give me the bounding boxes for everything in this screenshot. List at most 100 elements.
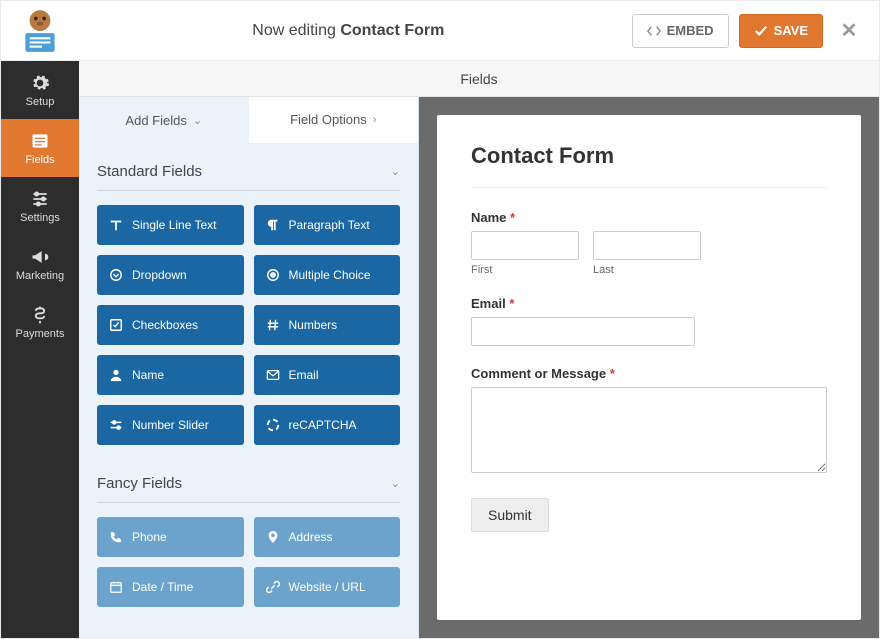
sidebar-label: Marketing bbox=[16, 270, 64, 282]
field-button-single-line-text[interactable]: Single Line Text bbox=[97, 205, 244, 245]
field-button-recaptcha[interactable]: reCAPTCHA bbox=[254, 405, 401, 445]
field-button-paragraph-text[interactable]: Paragraph Text bbox=[254, 205, 401, 245]
tab-label: Field Options bbox=[290, 112, 367, 127]
sliders-icon bbox=[30, 189, 50, 209]
check-icon bbox=[754, 24, 768, 38]
field-button-label: Email bbox=[289, 368, 319, 382]
section-title: Standard Fields bbox=[97, 163, 202, 180]
sub-label-first: First bbox=[471, 264, 579, 276]
editing-title: Now editing Contact Form bbox=[75, 22, 622, 40]
save-button[interactable]: SAVE bbox=[739, 14, 823, 48]
sidebar-item-payments[interactable]: Payments bbox=[1, 293, 79, 351]
panel-tabs: Add Fields ⌄ Field Options › bbox=[79, 97, 418, 143]
input-last-name[interactable] bbox=[593, 231, 701, 260]
field-email[interactable]: Email * bbox=[471, 296, 827, 346]
paragraph-icon bbox=[266, 218, 280, 232]
form-preview[interactable]: Contact Form Name * First bbox=[437, 115, 861, 620]
field-button-label: Number Slider bbox=[132, 418, 209, 432]
sidebar-label: Setup bbox=[26, 96, 55, 108]
pin-icon bbox=[266, 530, 280, 544]
embed-button[interactable]: EMBED bbox=[632, 14, 729, 48]
field-button-label: reCAPTCHA bbox=[289, 418, 357, 432]
field-button-address[interactable]: Address bbox=[254, 517, 401, 557]
link-icon bbox=[266, 580, 280, 594]
tab-label: Add Fields bbox=[125, 113, 186, 128]
sidebar-item-fields[interactable]: Fields bbox=[1, 119, 79, 177]
field-button-name[interactable]: Name bbox=[97, 355, 244, 395]
field-button-dropdown[interactable]: Dropdown bbox=[97, 255, 244, 295]
field-button-label: Website / URL bbox=[289, 580, 366, 594]
field-button-label: Numbers bbox=[289, 318, 338, 332]
field-name[interactable]: Name * First Last bbox=[471, 210, 827, 276]
field-label-email: Email * bbox=[471, 296, 827, 311]
field-button-email[interactable]: Email bbox=[254, 355, 401, 395]
left-sidebar: Setup Fields Settings Marketing Payments bbox=[1, 61, 79, 638]
close-button[interactable]: ✕ bbox=[833, 18, 865, 43]
chevron-down-icon: ⌄ bbox=[391, 477, 400, 490]
field-button-label: Dropdown bbox=[132, 268, 187, 282]
panel-title-bar: Fields bbox=[79, 61, 879, 97]
fields-scroll-area[interactable]: Standard Fields ⌄ Single Line Text Paragr… bbox=[79, 143, 418, 638]
field-button-label: Address bbox=[289, 530, 333, 544]
embed-label: EMBED bbox=[667, 23, 714, 38]
field-button-number-slider[interactable]: Number Slider bbox=[97, 405, 244, 445]
field-button-label: Checkboxes bbox=[132, 318, 198, 332]
dollar-icon bbox=[30, 305, 50, 325]
sub-label-last: Last bbox=[593, 264, 701, 276]
input-first-name[interactable] bbox=[471, 231, 579, 260]
required-marker: * bbox=[610, 366, 615, 381]
section-standard-fields[interactable]: Standard Fields ⌄ bbox=[97, 157, 400, 191]
field-button-checkboxes[interactable]: Checkboxes bbox=[97, 305, 244, 345]
field-button-label: Date / Time bbox=[132, 580, 193, 594]
code-icon bbox=[647, 24, 661, 38]
sidebar-item-marketing[interactable]: Marketing bbox=[1, 235, 79, 293]
slider-icon bbox=[109, 418, 123, 432]
field-button-numbers[interactable]: Numbers bbox=[254, 305, 401, 345]
field-button-label: Name bbox=[132, 368, 164, 382]
form-title: Contact Form bbox=[471, 143, 827, 188]
required-marker: * bbox=[509, 296, 514, 311]
field-button-phone[interactable]: Phone bbox=[97, 517, 244, 557]
field-button-website-url[interactable]: Website / URL bbox=[254, 567, 401, 607]
input-email[interactable] bbox=[471, 317, 695, 346]
tab-add-fields[interactable]: Add Fields ⌄ bbox=[79, 97, 249, 143]
field-comment[interactable]: Comment or Message * bbox=[471, 366, 827, 478]
sidebar-item-settings[interactable]: Settings bbox=[1, 177, 79, 235]
field-button-label: Multiple Choice bbox=[289, 268, 371, 282]
app-logo bbox=[15, 6, 65, 56]
field-label-name: Name * bbox=[471, 210, 827, 225]
bullhorn-icon bbox=[30, 247, 50, 267]
field-button-multiple-choice[interactable]: Multiple Choice bbox=[254, 255, 401, 295]
radio-icon bbox=[266, 268, 280, 282]
chevron-right-icon: › bbox=[373, 114, 377, 126]
calendar-icon bbox=[109, 580, 123, 594]
list-icon bbox=[30, 131, 50, 151]
editing-prefix: Now editing bbox=[252, 22, 336, 39]
input-comment[interactable] bbox=[471, 387, 827, 473]
recaptcha-icon bbox=[266, 418, 280, 432]
sidebar-label: Fields bbox=[25, 154, 54, 166]
required-marker: * bbox=[510, 210, 515, 225]
field-button-label: Single Line Text bbox=[132, 218, 217, 232]
editing-form-name: Contact Form bbox=[340, 22, 444, 39]
checkbox-icon bbox=[109, 318, 123, 332]
hash-icon bbox=[266, 318, 280, 332]
sidebar-label: Payments bbox=[16, 328, 65, 340]
text-icon bbox=[109, 218, 123, 232]
chevron-down-icon: ⌄ bbox=[391, 165, 400, 178]
fields-panel: Add Fields ⌄ Field Options › Standard Fi… bbox=[79, 97, 419, 638]
panel-title: Fields bbox=[460, 71, 497, 87]
chevron-down-icon: ⌄ bbox=[193, 114, 202, 127]
save-label: SAVE bbox=[774, 23, 808, 38]
phone-icon bbox=[109, 530, 123, 544]
section-fancy-fields[interactable]: Fancy Fields ⌄ bbox=[97, 469, 400, 503]
gear-icon bbox=[30, 73, 50, 93]
envelope-icon bbox=[266, 368, 280, 382]
field-button-label: Paragraph Text bbox=[289, 218, 370, 232]
field-button-date-time[interactable]: Date / Time bbox=[97, 567, 244, 607]
field-button-label: Phone bbox=[132, 530, 167, 544]
sidebar-item-setup[interactable]: Setup bbox=[1, 61, 79, 119]
tab-field-options[interactable]: Field Options › bbox=[249, 97, 419, 143]
submit-button[interactable]: Submit bbox=[471, 498, 549, 532]
form-preview-area: Contact Form Name * First bbox=[419, 97, 879, 638]
